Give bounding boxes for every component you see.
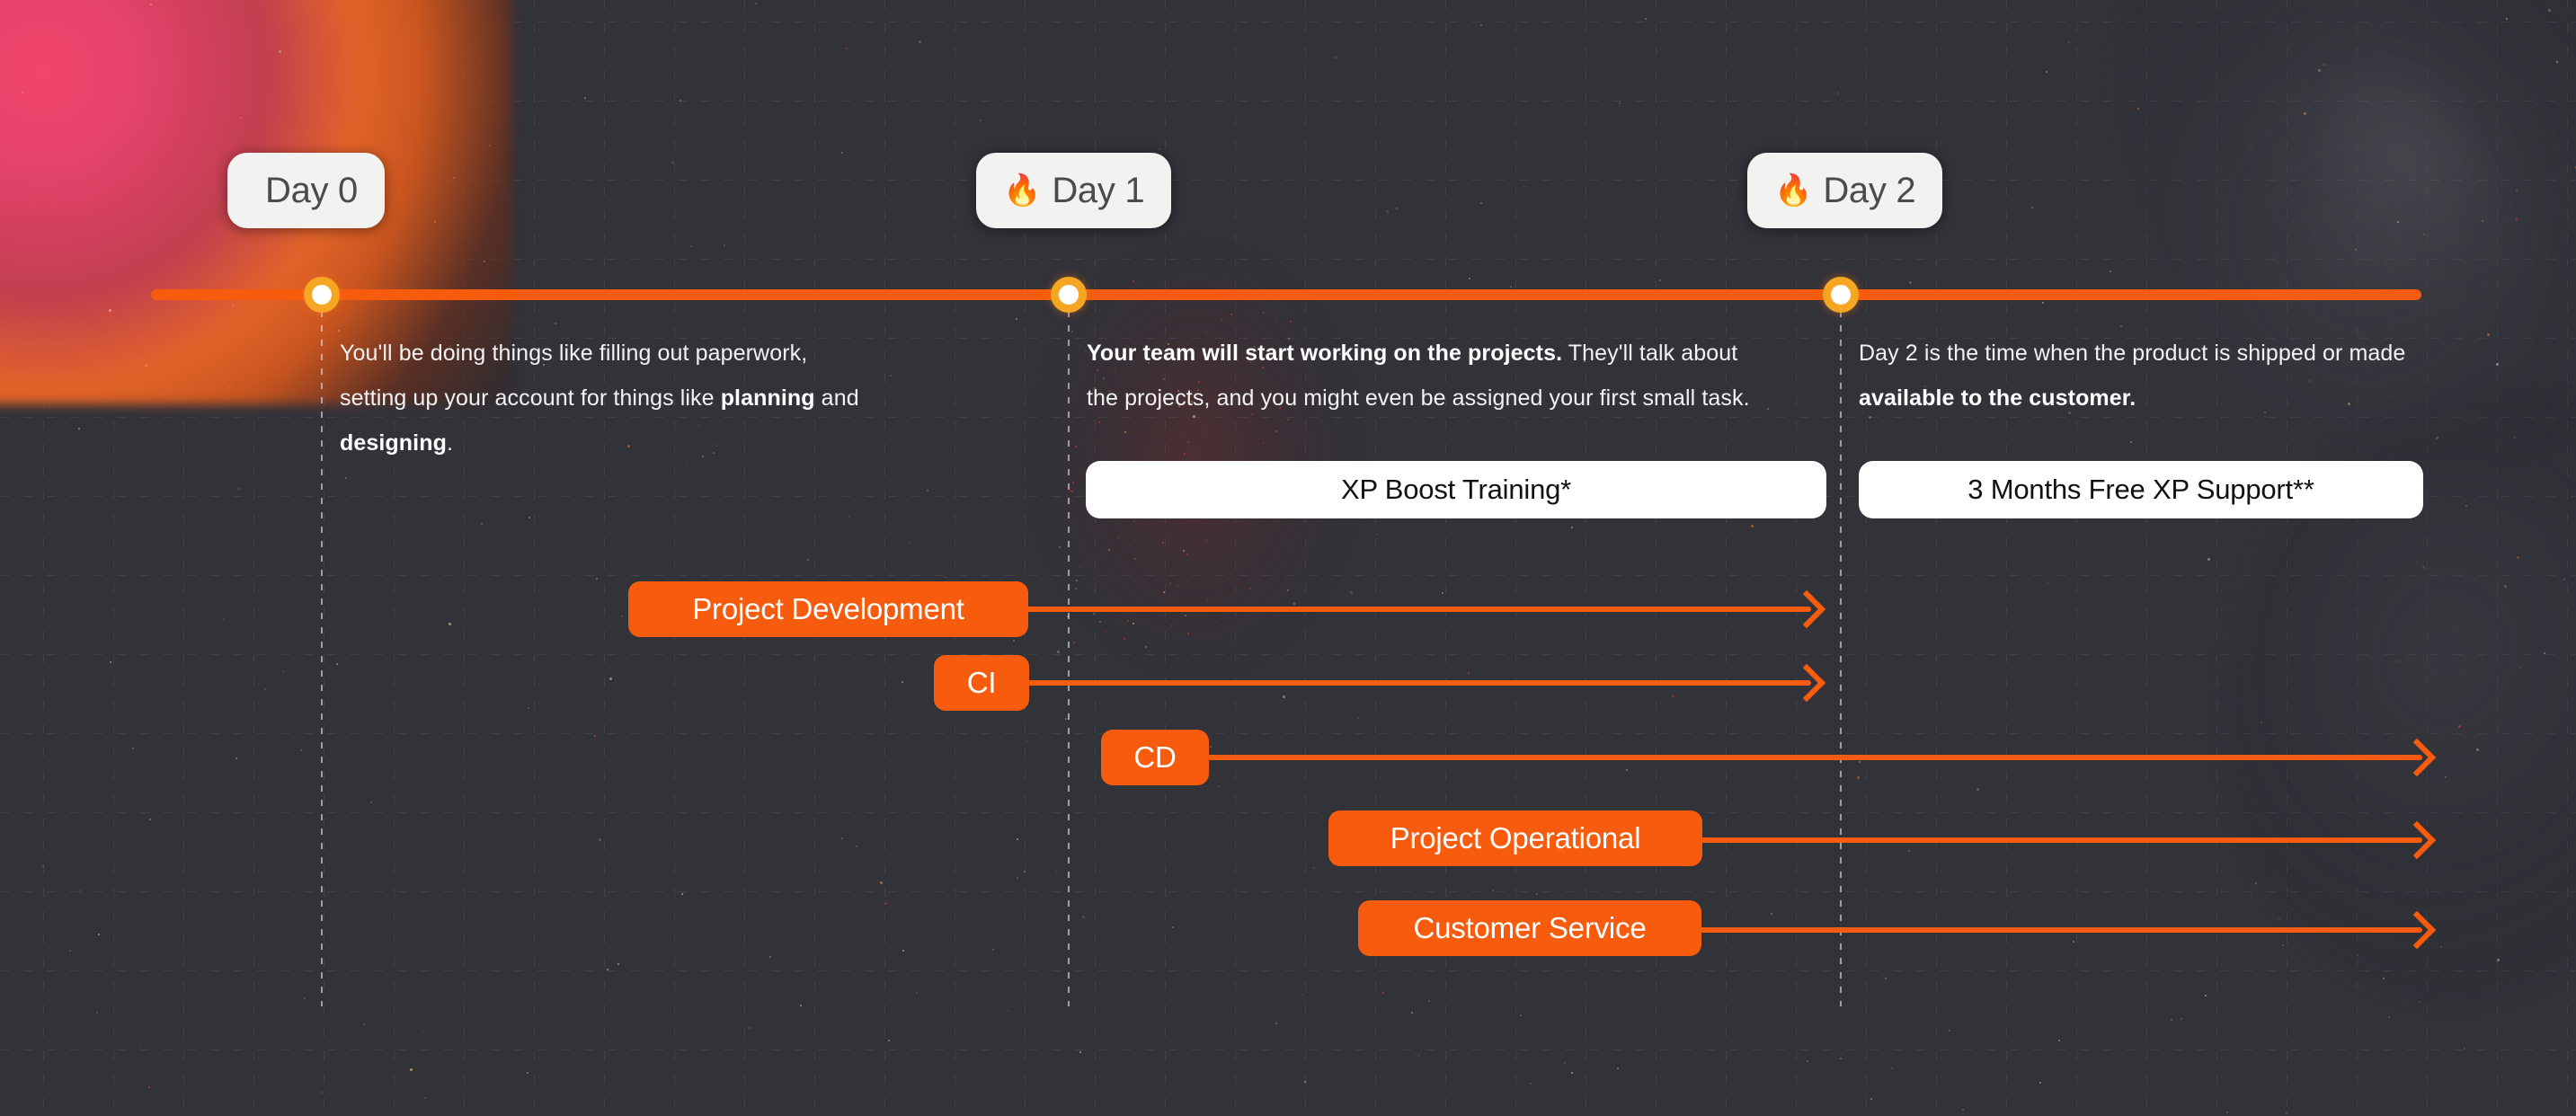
milestone-pill-day-2[interactable]: 🔥 Day 2 <box>1747 153 1943 228</box>
banner-xp-support[interactable]: 3 Months Free XP Support** <box>1859 461 2423 518</box>
timeline-marker-day-0[interactable] <box>304 277 340 313</box>
fire-icon-day-2: 🔥 <box>1774 173 1813 208</box>
task-label-customer-service: Customer Service <box>1413 911 1647 944</box>
task-pill-ci[interactable]: CI <box>934 655 1029 711</box>
banner-label-xp-boost-training: XP Boost Training* <box>1340 474 1572 505</box>
task-arrow-project-development <box>1787 589 1826 629</box>
task-arrow-customer-service <box>2397 910 2437 950</box>
task-line-project-operational <box>1690 837 2422 843</box>
banner-xp-boost-training[interactable]: XP Boost Training* <box>1086 461 1826 518</box>
milestone-line-day-2 <box>1840 297 1842 1006</box>
task-arrow-cd <box>2397 738 2437 777</box>
timeline-diagram: Day 0 🔥 Day 1 🔥 Day 2 You'll be doing th… <box>0 0 2576 1116</box>
banner-label-xp-support: 3 Months Free XP Support** <box>1968 474 2314 505</box>
milestone-line-day-1 <box>1068 297 1070 1006</box>
milestone-pill-day-1[interactable]: 🔥 Day 1 <box>976 153 1172 228</box>
fire-icon-day-1: 🔥 <box>1003 173 1042 208</box>
task-label-project-development: Project Development <box>692 592 964 625</box>
milestone-label-day-1: Day 1 <box>1052 170 1145 210</box>
task-arrow-ci <box>1787 663 1826 703</box>
description-day-1: Your team will start working on the proj… <box>1087 341 1750 411</box>
task-arrow-project-operational <box>2397 820 2437 860</box>
milestone-line-day-0 <box>321 297 323 1006</box>
timeline-track <box>151 289 2421 300</box>
nebula-glow <box>1061 270 1330 647</box>
task-label-ci: CI <box>966 666 997 699</box>
task-pill-project-operational[interactable]: Project Operational <box>1328 810 1702 866</box>
milestone-label-day-0: Day 0 <box>265 170 358 210</box>
task-line-ci <box>1020 680 1811 686</box>
description-day-0: You'll be doing things like filling out … <box>340 341 859 456</box>
milestone-label-day-2: Day 2 <box>1823 170 1916 210</box>
decorative-blob-bottom-right <box>2165 332 2576 1052</box>
task-label-cd: CD <box>1133 740 1177 774</box>
milestone-pill-day-0[interactable]: Day 0 <box>227 153 385 228</box>
timeline-marker-day-1[interactable] <box>1051 277 1087 313</box>
decorative-blob-highlight <box>2182 0 2576 385</box>
task-line-project-development <box>1020 607 1811 612</box>
description-day-2: Day 2 is the time when the product is sh… <box>1859 341 2406 411</box>
task-pill-cd[interactable]: CD <box>1101 730 1209 785</box>
task-pill-customer-service[interactable]: Customer Service <box>1358 900 1701 956</box>
task-line-customer-service <box>1690 927 2422 933</box>
task-line-cd <box>1177 755 2422 760</box>
timeline-marker-day-2[interactable] <box>1823 277 1859 313</box>
task-label-project-operational: Project Operational <box>1390 821 1641 855</box>
task-pill-project-development[interactable]: Project Development <box>628 581 1028 637</box>
background-grid <box>0 0 2576 1116</box>
